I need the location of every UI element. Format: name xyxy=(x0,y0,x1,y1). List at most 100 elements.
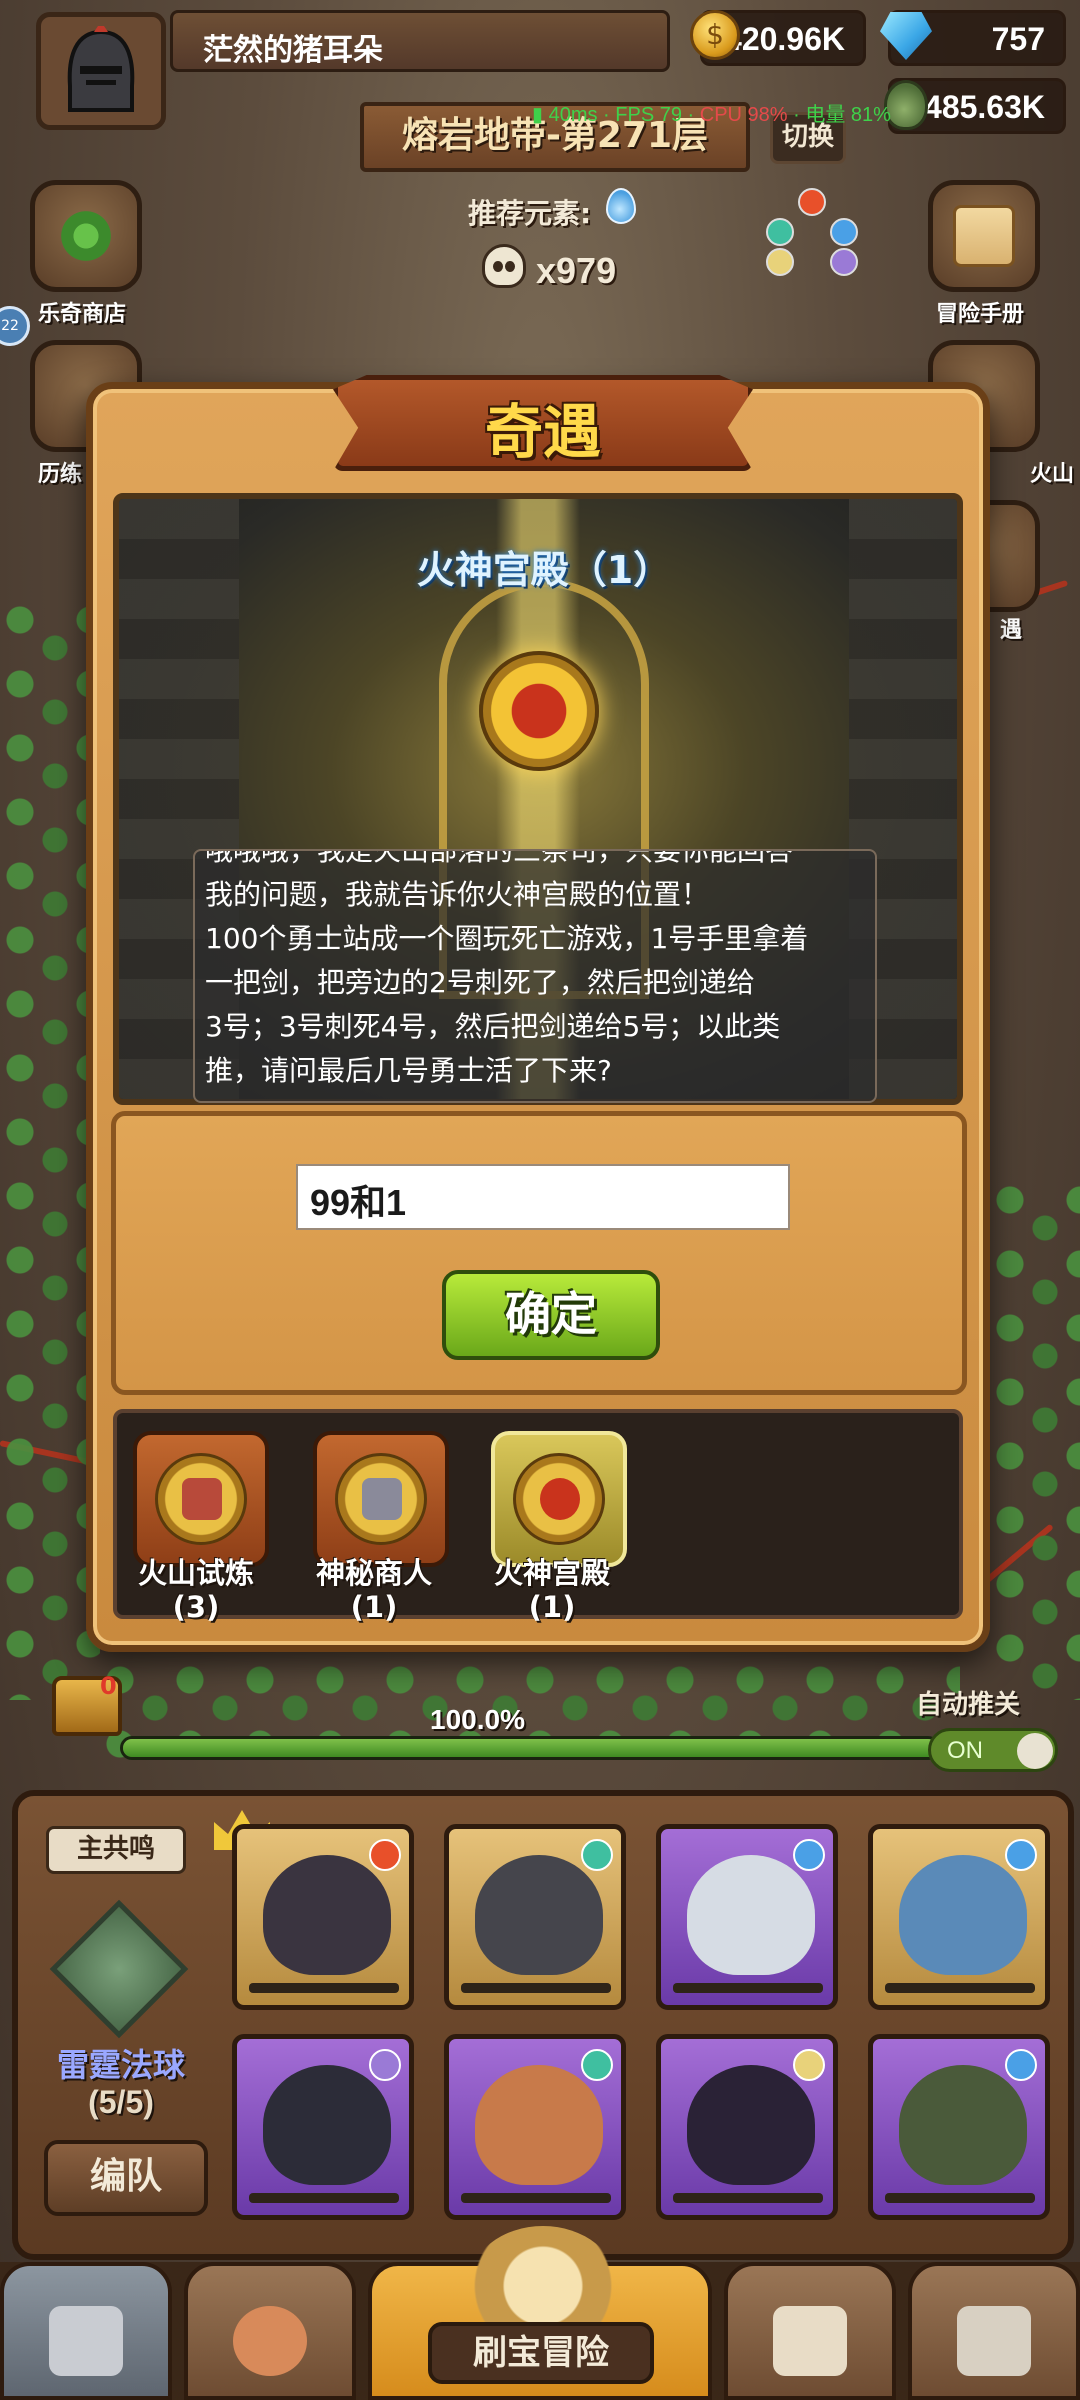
player-avatar[interactable] xyxy=(36,12,166,130)
hero-card[interactable] xyxy=(444,1824,626,2010)
perf-fps: FPS 79 xyxy=(615,104,682,126)
enemy-swarm xyxy=(0,600,100,1700)
encounter-slot-fire-palace[interactable] xyxy=(491,1431,627,1567)
chest-count: 0 xyxy=(100,1672,117,1700)
hero-level-bar xyxy=(885,1983,1035,1993)
perf-cpu: CPU 98% xyxy=(699,104,788,126)
book-medal-icon xyxy=(155,1453,247,1545)
skull-icon xyxy=(482,244,526,288)
question-line: 一把剑，把旁边的2号刺死了，然后把剑递给 xyxy=(205,966,755,999)
encounter-slot-volcano-trial[interactable] xyxy=(133,1431,269,1567)
question-line: 3号；3号刺死4号，然后把剑递给5号；以此类 xyxy=(205,1010,781,1043)
hero-level-bar xyxy=(885,2193,1035,2203)
hero-card[interactable] xyxy=(868,2034,1050,2220)
encounter-count: (3) xyxy=(172,1590,220,1624)
water-element-icon xyxy=(830,218,858,246)
hero-card[interactable] xyxy=(444,2034,626,2220)
kill-count: x979 xyxy=(536,250,617,291)
nav-tab-forge[interactable] xyxy=(908,2262,1080,2400)
confirm-button[interactable]: 确定 xyxy=(442,1270,660,1360)
gold-amount: 420.96K xyxy=(724,21,845,57)
perf-battery: 电量 81% xyxy=(805,104,891,126)
formation-button[interactable]: 编队 xyxy=(44,2140,208,2216)
encounter-modal: 奇遇 火神宫殿（1） 哦哦哦，我是火山部落的三祭司，只要你能回答 我的问题，我就… xyxy=(86,375,990,1652)
lucky-shop-button[interactable] xyxy=(30,180,142,292)
answer-input[interactable]: 99和1 xyxy=(296,1164,790,1230)
hero-level-bar xyxy=(461,2193,611,2203)
hero-card[interactable] xyxy=(656,1824,838,2010)
scroll-icon xyxy=(953,205,1015,267)
trial-label: 历练 xyxy=(38,462,83,487)
wind-element-icon xyxy=(581,1839,613,1871)
adventure-manual-button[interactable] xyxy=(928,180,1040,292)
question-line: 哦哦哦，我是火山部落的三祭司，只要你能回答 xyxy=(205,849,794,867)
shop-icon xyxy=(49,2306,123,2376)
potion-amount: 485.63K xyxy=(924,89,1045,125)
hero-portrait xyxy=(899,2065,1027,2185)
water-element-icon xyxy=(1005,2049,1037,2081)
light-element-icon xyxy=(793,2049,825,2081)
hero-portrait xyxy=(475,1855,603,1975)
hero-card[interactable] xyxy=(232,2034,414,2220)
encounter-name: 神秘商人 xyxy=(315,1556,432,1590)
encounter-label: 神秘商人 (1) xyxy=(294,1556,454,1624)
bar-icon: ▮ xyxy=(532,104,544,126)
wind-element-icon xyxy=(581,2049,613,2081)
hero-level-bar xyxy=(673,1983,823,1993)
quest-label: 遇 xyxy=(1000,618,1023,643)
toggle-knob xyxy=(1017,1733,1053,1769)
wind-element-icon xyxy=(766,218,794,246)
scene-title: 火神宫殿（1） xyxy=(416,548,672,592)
clover-icon xyxy=(57,207,115,265)
light-element-icon xyxy=(766,248,794,276)
hero-card[interactable] xyxy=(232,1824,414,2010)
hero-level-bar xyxy=(461,1983,611,1993)
fire-element-icon xyxy=(798,188,826,216)
spell-name: 雷霆法球 xyxy=(56,2046,185,2084)
merchant-medal-icon xyxy=(335,1453,427,1545)
encounter-count: (1) xyxy=(350,1590,398,1624)
toggle-state: ON xyxy=(947,1737,983,1764)
player-name: 茫然的猪耳朵 xyxy=(170,10,670,72)
perf-ping: 40ms xyxy=(548,104,598,126)
hero-portrait xyxy=(687,1855,815,1975)
element-wheel-icon[interactable] xyxy=(762,188,862,280)
forge-icon xyxy=(957,2306,1031,2376)
hero-card[interactable] xyxy=(656,2034,838,2220)
fire-god-emblem-icon xyxy=(479,651,599,771)
progress-fill xyxy=(123,1739,937,1757)
encounter-label: 火山试炼 (3) xyxy=(116,1556,276,1624)
hero-portrait xyxy=(899,1855,1027,1975)
encounter-count: (1) xyxy=(528,1590,576,1624)
volcano-label: 火山 xyxy=(1030,462,1075,487)
backpack-icon xyxy=(773,2306,847,2376)
nav-tab-heroes[interactable] xyxy=(184,2262,356,2400)
question-line: 推，请问最后几号勇士活了下来? xyxy=(205,1054,612,1087)
demon-medal-icon xyxy=(513,1453,605,1545)
nav-tab-shop[interactable] xyxy=(0,2262,172,2400)
nav-center-label: 刷宝冒险 xyxy=(428,2322,654,2384)
spell-count: (5/5) xyxy=(88,2084,154,2120)
lucky-shop-label: 乐奇商店 xyxy=(38,302,127,327)
encounter-slot-mystery-merchant[interactable] xyxy=(313,1431,449,1567)
answer-panel: 99和1 确定 xyxy=(111,1111,967,1395)
knight-helmet-icon xyxy=(67,26,135,112)
performance-overlay: ▮ 40ms · FPS 79 · CPU 98% · 电量 81% xyxy=(532,104,891,126)
modal-title: 奇遇 xyxy=(484,398,601,466)
stage-progress-bar xyxy=(120,1736,940,1760)
adventure-manual-label: 冒险手册 xyxy=(936,302,1025,327)
hero-card[interactable] xyxy=(868,1824,1050,2010)
gem-amount: 757 xyxy=(991,21,1045,57)
auto-advance-toggle[interactable]: ON xyxy=(928,1728,1058,1772)
hero-portrait xyxy=(687,2065,815,2185)
gold-coin-icon: $ xyxy=(690,10,740,60)
hero-portrait xyxy=(263,2065,391,2185)
water-element-icon xyxy=(1005,1839,1037,1871)
auto-advance-label: 自动推关 xyxy=(916,1690,1021,1720)
enemy-swarm xyxy=(990,1180,1080,1700)
question-line: 我的问题，我就告诉你火神宫殿的位置！ xyxy=(205,878,710,911)
nav-tab-backpack[interactable] xyxy=(724,2262,896,2400)
hero-portrait xyxy=(263,1855,391,1975)
question-line: 100个勇士站成一个圈玩死亡游戏，1号手里拿着 xyxy=(205,922,809,955)
hero-level-bar xyxy=(249,1983,399,1993)
